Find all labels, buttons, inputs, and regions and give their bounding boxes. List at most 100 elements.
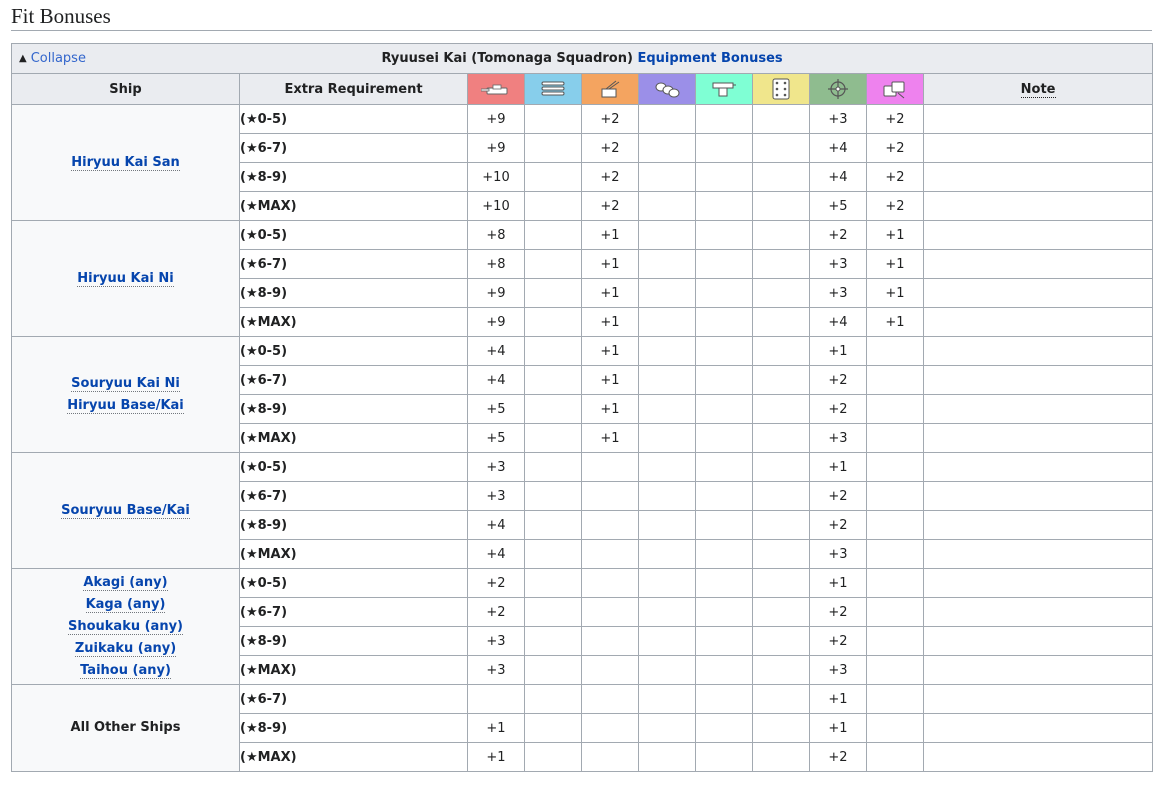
torpedo-value bbox=[524, 510, 582, 540]
ship-header: Ship bbox=[11, 73, 240, 105]
requirement-cell: (★8-9) bbox=[239, 626, 468, 656]
note-header-label: Note bbox=[1020, 81, 1056, 98]
note-cell bbox=[922, 365, 1154, 395]
evasion-value bbox=[695, 336, 753, 366]
anti-sub-value: +1 bbox=[866, 307, 924, 337]
anti-sub-value bbox=[866, 742, 924, 772]
note-cell bbox=[922, 133, 1154, 163]
torpedo-value bbox=[524, 655, 582, 685]
note-cell bbox=[922, 220, 1154, 250]
firepower-value: +4 bbox=[467, 539, 525, 569]
anti-air-value bbox=[581, 713, 639, 743]
note-cell bbox=[922, 394, 1154, 424]
anti-sub-value bbox=[866, 452, 924, 482]
luck-value bbox=[752, 655, 810, 685]
evasion-value bbox=[695, 452, 753, 482]
luck-value bbox=[752, 133, 810, 163]
requirement-cell: (★MAX) bbox=[239, 307, 468, 337]
requirement-cell: (★8-9) bbox=[239, 510, 468, 540]
accuracy-value: +1 bbox=[809, 568, 867, 598]
accuracy-value: +2 bbox=[809, 365, 867, 395]
anti-air-value: +1 bbox=[581, 249, 639, 279]
anti-air-value bbox=[581, 655, 639, 685]
torpedo-header bbox=[524, 73, 582, 105]
torpedo-value bbox=[524, 336, 582, 366]
accuracy-value: +2 bbox=[809, 742, 867, 772]
torpedo-value bbox=[524, 133, 582, 163]
note-cell bbox=[922, 452, 1154, 482]
armor-value bbox=[638, 220, 696, 250]
equipment-bonuses-link[interactable]: Equipment Bonuses bbox=[637, 51, 782, 66]
collapse-triangle-icon: ▲ bbox=[19, 53, 27, 64]
luck-value bbox=[752, 307, 810, 337]
note-cell bbox=[922, 539, 1154, 569]
accuracy-value: +2 bbox=[809, 597, 867, 627]
luck-value bbox=[752, 220, 810, 250]
anti-air-value bbox=[581, 568, 639, 598]
ship-link[interactable]: Souryuu Base/Kai bbox=[61, 502, 190, 519]
ship-link[interactable]: Zuikaku (any) bbox=[74, 640, 177, 657]
anti-sub-header bbox=[866, 73, 924, 105]
requirement-cell: (★8-9) bbox=[239, 713, 468, 743]
anti-sub-value bbox=[866, 481, 924, 511]
table-row: Souryuu Kai Ni Hiryuu Base/Kai (★0-5) +4 +1 +… bbox=[11, 336, 1154, 453]
luck-value bbox=[752, 423, 810, 453]
anti-air-value bbox=[581, 481, 639, 511]
ship-link[interactable]: Hiryuu Kai San bbox=[71, 154, 180, 171]
luck-value bbox=[752, 713, 810, 743]
evasion-value bbox=[695, 307, 753, 337]
ship-link[interactable]: Akagi (any) bbox=[83, 574, 168, 591]
armor-value bbox=[638, 568, 696, 598]
anti-sub-value bbox=[866, 626, 924, 656]
requirement-cell: (★8-9) bbox=[239, 278, 468, 308]
ship-link[interactable]: Hiryuu Base/Kai bbox=[67, 397, 184, 414]
armor-value bbox=[638, 742, 696, 772]
anti-sub-value: +1 bbox=[866, 220, 924, 250]
note-cell bbox=[922, 510, 1154, 540]
torpedo-value bbox=[524, 394, 582, 424]
ship-link[interactable]: Hiryuu Kai Ni bbox=[77, 270, 174, 287]
ship-link[interactable]: Souryuu Kai Ni bbox=[71, 375, 180, 392]
requirement-cell: (★MAX) bbox=[239, 655, 468, 685]
table-row: Hiryuu Kai San (★0-5) +9 +2 +3 +2 bbox=[11, 104, 1154, 221]
collapse-toggle[interactable]: ▲ Collapse bbox=[19, 51, 86, 66]
anti-sub-value bbox=[866, 336, 924, 366]
anti-sub-value bbox=[866, 510, 924, 540]
evasion-value bbox=[695, 510, 753, 540]
ship-link[interactable]: Shoukaku (any) bbox=[67, 618, 184, 635]
ship-link[interactable]: Taihou (any) bbox=[80, 662, 171, 679]
firepower-value: +3 bbox=[467, 452, 525, 482]
anti-air-value: +1 bbox=[581, 365, 639, 395]
firepower-value: +5 bbox=[467, 394, 525, 424]
section-title: Fit Bonuses bbox=[11, 3, 1152, 31]
anti-air-value: +2 bbox=[581, 162, 639, 192]
evasion-value bbox=[695, 568, 753, 598]
luck-value bbox=[752, 278, 810, 308]
requirement-cell: (★8-9) bbox=[239, 162, 468, 192]
anti-air-value: +1 bbox=[581, 394, 639, 424]
note-cell bbox=[922, 481, 1154, 511]
luck-value bbox=[752, 539, 810, 569]
firepower-value: +10 bbox=[467, 162, 525, 192]
evasion-value bbox=[695, 249, 753, 279]
table-row: Hiryuu Kai Ni (★0-5) +8 +1 +2 +1 bbox=[11, 220, 1154, 337]
accuracy-value: +2 bbox=[809, 481, 867, 511]
torpedo-value bbox=[524, 423, 582, 453]
accuracy-value: +3 bbox=[809, 104, 867, 134]
collapse-link[interactable]: Collapse bbox=[31, 51, 86, 66]
evasion-value bbox=[695, 133, 753, 163]
requirement-cell: (★MAX) bbox=[239, 742, 468, 772]
ship-link[interactable]: Kaga (any) bbox=[85, 596, 166, 613]
torpedo-value bbox=[524, 104, 582, 134]
note-cell bbox=[922, 249, 1154, 279]
luck-value bbox=[752, 452, 810, 482]
luck-value bbox=[752, 365, 810, 395]
anti-air-value bbox=[581, 626, 639, 656]
ship-cell: Hiryuu Kai San bbox=[11, 104, 240, 221]
table-row: All Other Ships (★6-7) +1 bbox=[11, 684, 1154, 772]
note-cell bbox=[922, 568, 1154, 598]
luck-value bbox=[752, 336, 810, 366]
evasion-header bbox=[695, 73, 753, 105]
requirement-cell: (★MAX) bbox=[239, 191, 468, 221]
evasion-value bbox=[695, 684, 753, 714]
